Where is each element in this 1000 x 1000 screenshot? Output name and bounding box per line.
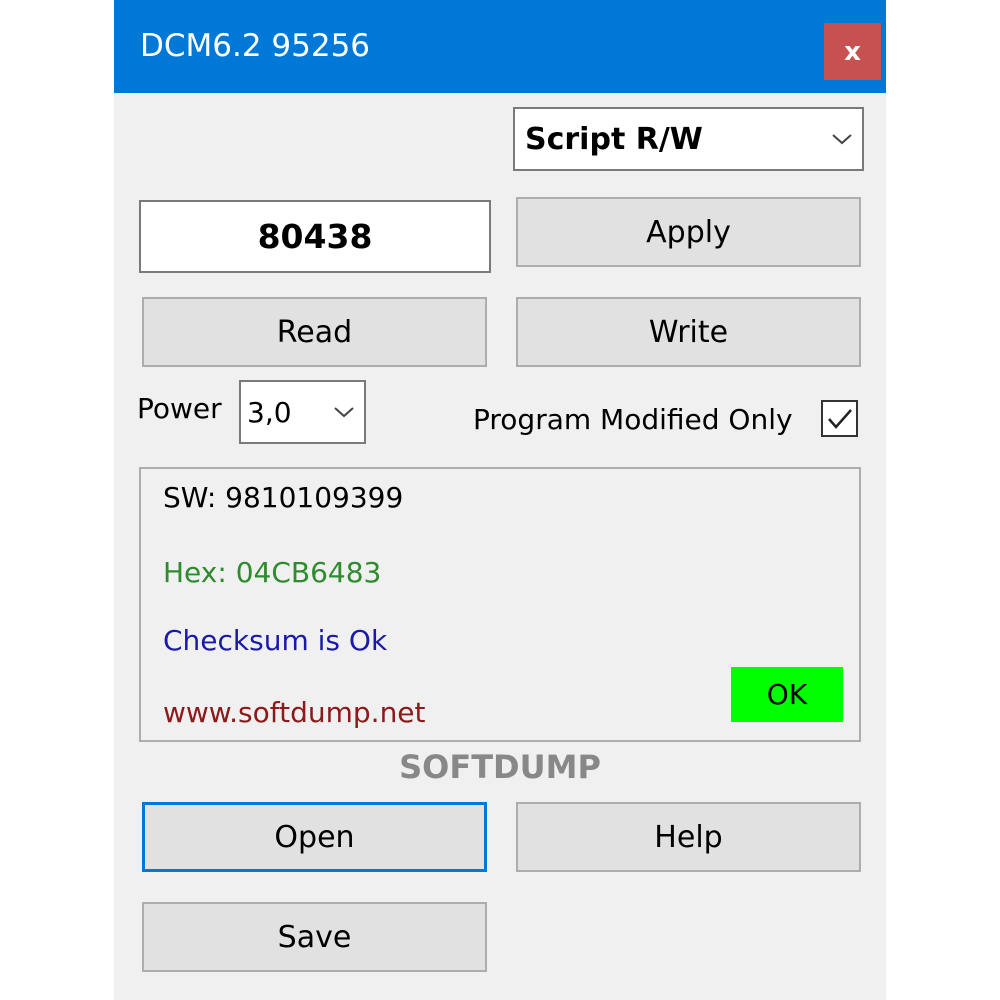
program-modified-checkbox[interactable] bbox=[821, 400, 858, 437]
check-icon bbox=[827, 408, 852, 429]
info-panel: SW: 9810109399 Hex: 04CB6483 Checksum is… bbox=[139, 467, 861, 742]
mode-select-value: Script R/W bbox=[525, 121, 703, 157]
save-button[interactable]: Save bbox=[142, 902, 487, 972]
read-button[interactable]: Read bbox=[142, 297, 487, 367]
power-label: Power bbox=[137, 392, 222, 425]
window-title: DCM6.2 95256 bbox=[140, 28, 371, 64]
value-field[interactable]: 80438 bbox=[139, 200, 491, 273]
chevron-down-icon bbox=[822, 109, 862, 169]
apply-button[interactable]: Apply bbox=[516, 197, 861, 267]
help-button[interactable]: Help bbox=[516, 802, 861, 872]
mode-select[interactable]: Script R/W bbox=[513, 107, 864, 171]
brand-logo: SOFTDUMP bbox=[399, 748, 601, 786]
power-select[interactable]: 3,0 bbox=[239, 380, 366, 444]
app-window: DCM6.2 95256 x Script R/W 80438 Apply Re… bbox=[114, 0, 886, 1000]
status-badge: OK bbox=[731, 667, 843, 722]
close-button[interactable]: x bbox=[824, 23, 881, 80]
open-button[interactable]: Open bbox=[142, 802, 487, 872]
checksum-text: Checksum is Ok bbox=[163, 624, 388, 657]
hex-text: Hex: 04CB6483 bbox=[163, 556, 382, 589]
power-select-value: 3,0 bbox=[247, 395, 292, 429]
sw-text: SW: 9810109399 bbox=[163, 481, 404, 514]
chevron-down-icon bbox=[324, 382, 364, 442]
website-link[interactable]: www.softdump.net bbox=[163, 696, 426, 729]
write-button[interactable]: Write bbox=[516, 297, 861, 367]
program-modified-label: Program Modified Only bbox=[473, 403, 793, 436]
title-bar: DCM6.2 95256 x bbox=[114, 0, 886, 93]
